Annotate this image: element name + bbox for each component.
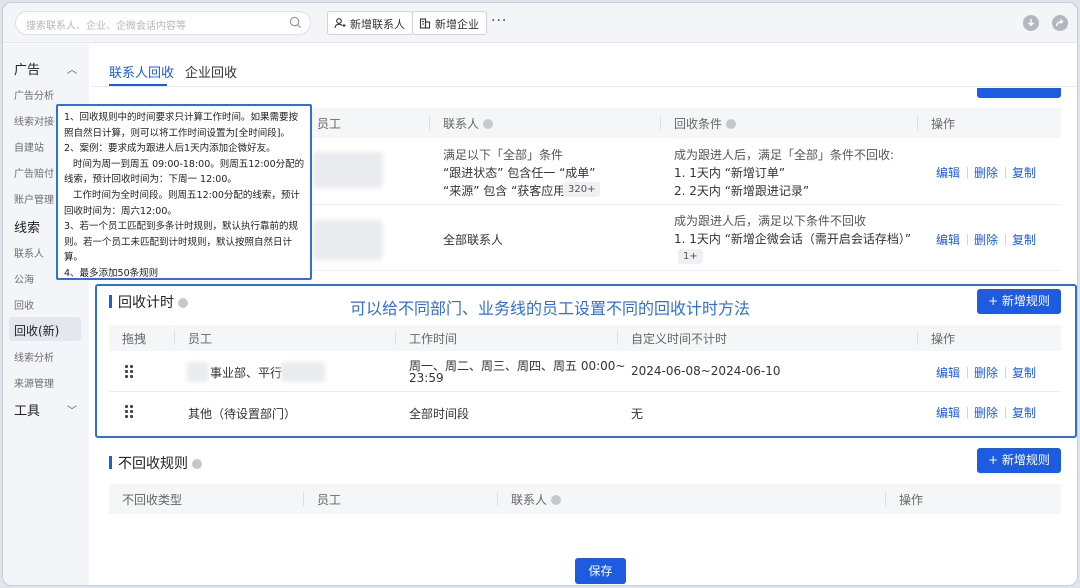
tab-contact-recycle[interactable]: 联系人回收 xyxy=(109,62,174,81)
download-icon[interactable] xyxy=(1023,15,1039,31)
info-icon xyxy=(726,119,737,129)
no-recycle-header-actions: 操作 xyxy=(899,493,924,507)
action-separator xyxy=(967,234,968,245)
chevron-up-icon[interactable]: ︿ xyxy=(67,61,77,76)
share-icon[interactable] xyxy=(1052,15,1068,31)
recycle-condition-line: 1. 1天内 “新增企微会话（需开启会话存档）” xyxy=(674,232,912,246)
sidebar-item-source-management[interactable]: 来源管理 xyxy=(14,375,54,390)
column-separator xyxy=(660,116,661,130)
sidebar-item-contacts[interactable]: 联系人 xyxy=(14,245,44,260)
condition-count-badge[interactable]: 1+ xyxy=(678,249,703,264)
recycle-condition-line: 2. 2天内 “新增跟进记录” xyxy=(674,184,810,198)
tooltip-line: 4、最多添加50条规则 xyxy=(64,267,159,279)
sidebar-item-lead-analysis[interactable]: 线索分析 xyxy=(14,349,54,364)
sidebar-group-leads[interactable]: 线索 xyxy=(14,217,40,236)
add-company-button[interactable]: 新增企业 xyxy=(412,11,487,35)
tooltip-line: 照自然日计算，则可以将工作时间设置为[全时间段]。 xyxy=(64,127,290,139)
add-contact-button[interactable]: 新增联系人 xyxy=(327,11,413,35)
sidebar-item-recycle[interactable]: 回收 xyxy=(14,297,34,312)
info-icon xyxy=(192,459,202,469)
recycle-condition-line: 成为跟进人后，满足「全部」条件不回收: xyxy=(674,148,895,162)
contact-condition-line: 满足以下「全部」条件 xyxy=(443,148,564,162)
sidebar-item-lead-docking[interactable]: 线索对接 xyxy=(14,113,54,128)
sidebar-item-ad-analysis[interactable]: 广告分析 xyxy=(14,87,54,102)
sidebar-item-account-management[interactable]: 账户管理 xyxy=(14,191,54,206)
no-recycle-header-contact: 联系人 xyxy=(511,491,562,508)
column-separator xyxy=(497,492,498,506)
delete-link[interactable]: 删除 xyxy=(974,164,998,181)
tooltip-line: 线索，预计回收时间为：下周一 12:00。 xyxy=(64,174,237,186)
sidebar-item-self-site[interactable]: 自建站 xyxy=(14,139,44,154)
copy-link[interactable]: 复制 xyxy=(1012,231,1036,248)
building-icon xyxy=(419,18,431,29)
add-rule-button-top[interactable] xyxy=(977,88,1061,98)
contact-condition-line: “跟进状态” 包含任一 “成单” xyxy=(443,166,596,180)
search-placeholder: 搜索联系人、企业、企微会话内容等 xyxy=(26,21,186,32)
app-window: 搜索联系人、企业、企微会话内容等 新增联系人 新增企业 ··· 广告 ︿ 广告分… xyxy=(2,2,1078,586)
tab-divider xyxy=(91,86,1077,87)
chevron-down-icon[interactable]: ﹀ xyxy=(67,402,77,417)
add-company-label: 新增企业 xyxy=(435,18,479,31)
tooltip-line: 则。若一个员工未匹配到计时规则，默认按照自然日计 xyxy=(64,236,293,248)
tooltip-line: 3、若一个员工匹配到多条计时规则，默认执行靠前的规 xyxy=(64,221,299,233)
contact-condition-line: “来源” 包含 “获客应用” xyxy=(443,184,572,198)
employee-avatar-blurred xyxy=(313,152,383,188)
search-input[interactable]: 搜索联系人、企业、企微会话内容等 xyxy=(15,11,311,35)
column-separator xyxy=(429,116,430,130)
sidebar-item-public-pool[interactable]: 公海 xyxy=(14,271,34,286)
sidebar-item-recycle-new[interactable]: 回收(新) xyxy=(14,322,59,339)
section-title-no-recycle: 不回收规则 xyxy=(109,453,202,473)
info-icon xyxy=(483,119,494,129)
sidebar-group-ads[interactable]: 广告 xyxy=(14,59,40,78)
more-icon[interactable]: ··· xyxy=(491,13,507,29)
tooltip-line: 1、回收规则中的时间要求只计算工作时间。如果需要按 xyxy=(64,112,299,123)
rules-header-employee: 员工 xyxy=(317,117,342,131)
action-separator xyxy=(1005,234,1006,245)
top-bar: 搜索联系人、企业、企微会话内容等 新增联系人 新增企业 ··· xyxy=(3,3,1077,43)
add-contact-label: 新增联系人 xyxy=(350,18,405,31)
edit-link[interactable]: 编辑 xyxy=(936,231,960,248)
rules-header-condition: 回收条件 xyxy=(674,115,737,132)
search-icon xyxy=(289,16,302,29)
tooltip-line: 回收时间为：周六12:00。 xyxy=(64,205,177,217)
contact-condition-line: 全部联系人 xyxy=(443,233,504,247)
tooltip-line: 2、案例：要求成为跟进人后1天内添加企微好友。 xyxy=(64,143,276,155)
sidebar-item-ad-compensation[interactable]: 广告赔付 xyxy=(14,165,54,180)
rules-header-actions: 操作 xyxy=(931,117,956,131)
column-separator xyxy=(917,116,918,130)
annotation-text: 可以给不同部门、业务线的员工设置不同的回收计时方法 xyxy=(350,299,751,318)
tooltip-line: 时间为周一到周五 09:00-18:00。则周五12:00分配的 xyxy=(64,158,305,170)
action-separator xyxy=(967,167,968,178)
contact-count-badge[interactable]: 320+ xyxy=(563,182,601,197)
info-icon xyxy=(551,495,562,505)
no-recycle-header-type: 不回收类型 xyxy=(122,493,183,507)
delete-link[interactable]: 删除 xyxy=(974,231,998,248)
sidebar-group-tools[interactable]: 工具 xyxy=(14,400,40,419)
recycle-condition-line: 成为跟进人后，满足以下条件不回收 xyxy=(674,214,867,228)
column-separator xyxy=(303,492,304,506)
employee-avatar-blurred xyxy=(313,220,383,260)
rules-help-tooltip: 1、回收规则中的时间要求只计算工作时间。如果需要按 照自然日计算，则可以将工作时… xyxy=(56,104,312,280)
copy-link[interactable]: 复制 xyxy=(1012,164,1036,181)
recycle-condition-line: 1. 1天内 “新增订单” xyxy=(674,166,786,180)
tooltip-line: 工作时间为全时间段。则周五12:00分配的线索，预计 xyxy=(64,189,300,201)
column-separator xyxy=(885,492,886,506)
add-user-icon xyxy=(334,18,346,29)
tab-company-recycle[interactable]: 企业回收 xyxy=(185,62,237,81)
action-separator xyxy=(1005,167,1006,178)
tooltip-line: 算。 xyxy=(64,252,84,264)
save-button[interactable]: 保存 xyxy=(575,558,626,584)
edit-link[interactable]: 编辑 xyxy=(936,164,960,181)
add-no-recycle-rule-button[interactable]: + 新增规则 xyxy=(977,448,1061,473)
rules-header-contact: 联系人 xyxy=(443,115,494,132)
no-recycle-header-employee: 员工 xyxy=(317,493,342,507)
